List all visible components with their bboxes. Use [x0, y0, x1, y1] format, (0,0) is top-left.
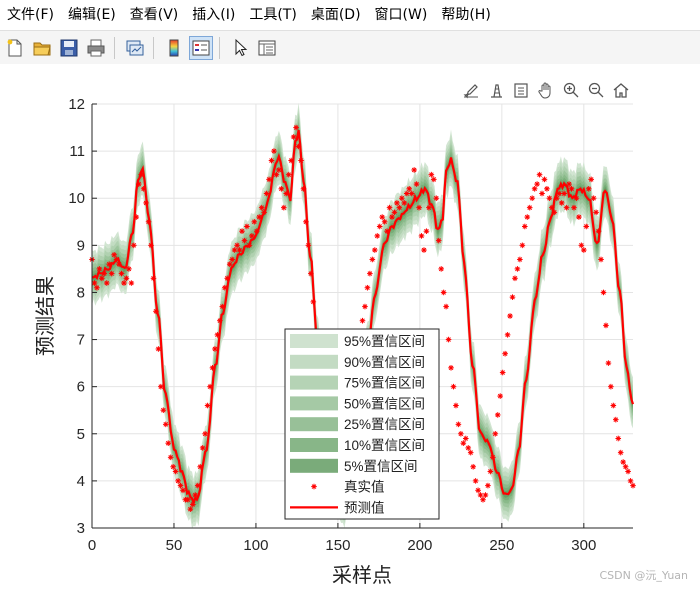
new-figure-icon[interactable]	[3, 36, 27, 60]
menu-window[interactable]: 窗口(W)	[368, 0, 435, 30]
open-folder-icon[interactable]	[30, 36, 54, 60]
zoom-out-icon[interactable]	[584, 79, 608, 101]
menu-insert[interactable]: 插入(I)	[185, 0, 242, 30]
print-icon[interactable]	[84, 36, 108, 60]
figure-canvas	[0, 64, 700, 589]
save-icon[interactable]	[57, 36, 81, 60]
property-inspector-icon[interactable]	[255, 36, 279, 60]
menu-tools[interactable]: 工具(T)	[242, 0, 303, 30]
toolbar-separator	[114, 36, 115, 59]
menu-file[interactable]: 文件(F)	[0, 0, 61, 30]
home-icon[interactable]	[609, 79, 633, 101]
menu-bar: 文件(F) 编辑(E) 查看(V) 插入(I) 工具(T) 桌面(D) 窗口(W…	[0, 0, 700, 30]
pan-icon[interactable]	[534, 79, 558, 101]
axes-toolbar	[459, 78, 634, 102]
toolbar-separator	[153, 36, 154, 59]
pointer-icon[interactable]	[228, 36, 252, 60]
menu-edit[interactable]: 编辑(E)	[61, 0, 123, 30]
zoom-in-icon[interactable]	[559, 79, 583, 101]
menu-desktop[interactable]: 桌面(D)	[304, 0, 368, 30]
brush-icon[interactable]	[459, 79, 483, 101]
legend-icon[interactable]	[189, 35, 213, 60]
data-tips-icon[interactable]	[484, 79, 508, 101]
colorbar-icon[interactable]	[162, 36, 186, 60]
watermark: CSDN @沅_Yuan	[599, 569, 689, 582]
menu-view[interactable]: 查看(V)	[123, 0, 186, 30]
menu-help[interactable]: 帮助(H)	[434, 0, 497, 30]
toolbar-separator	[219, 36, 220, 59]
rotate-icon[interactable]	[509, 79, 533, 101]
figure-toolbar	[0, 30, 700, 65]
link-plot-icon[interactable]	[123, 36, 147, 60]
